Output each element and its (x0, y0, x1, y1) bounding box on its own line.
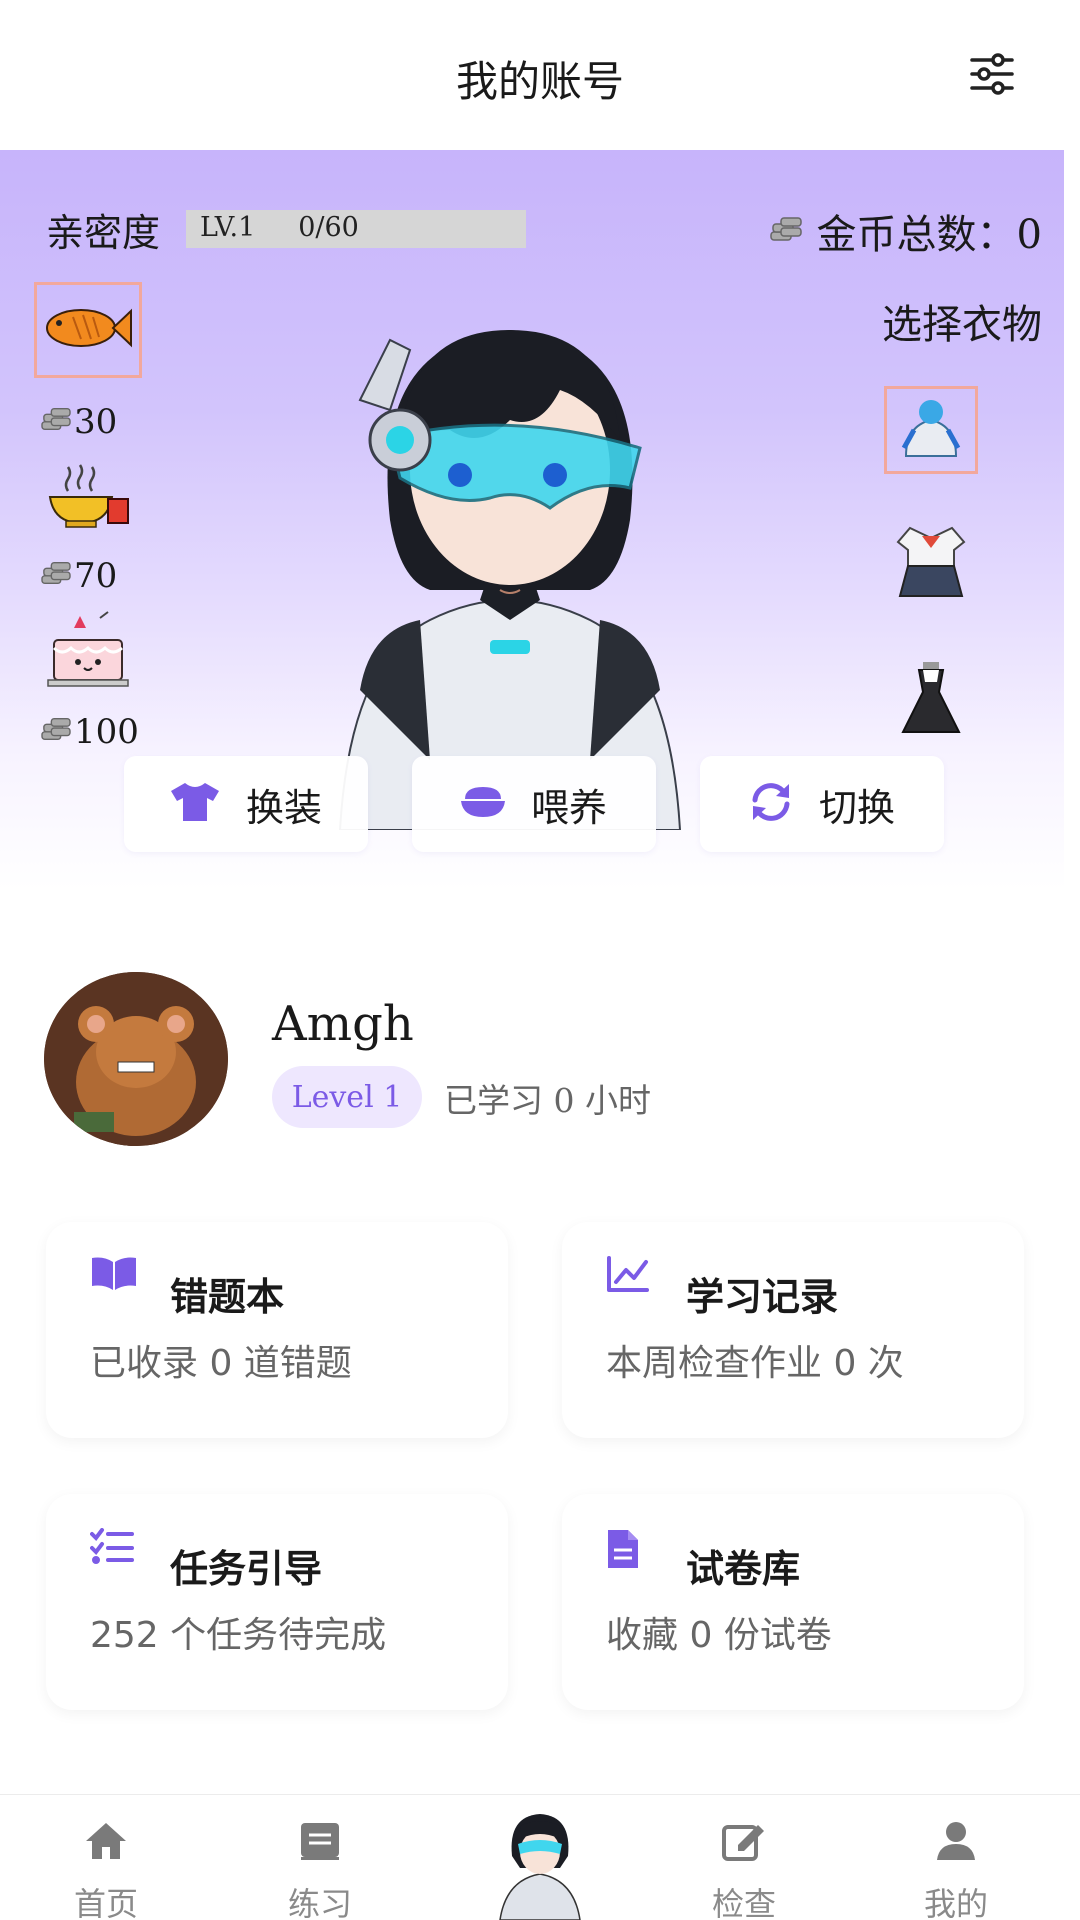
nav-check[interactable]: 检查 (674, 1817, 814, 1920)
card-task-guide[interactable]: 任务引导 252 个任务待完成 (46, 1494, 508, 1710)
price-text: 30 (74, 402, 118, 442)
study-prefix: 已学习 (444, 1081, 543, 1120)
study-hours: 已学习 0 小时 (444, 1074, 651, 1122)
card-desc: 收藏 0 份试卷 (606, 1615, 832, 1656)
cloth-item-sailor[interactable] (884, 518, 978, 606)
user-icon (886, 1817, 1026, 1865)
switch-button[interactable]: 切换 (700, 756, 944, 852)
level-badge: Level 1 (272, 1066, 422, 1128)
switch-label: 切换 (818, 785, 895, 830)
home-icon (36, 1817, 176, 1865)
food-item-fish[interactable] (34, 282, 142, 378)
dress-up-button[interactable]: 换装 (124, 756, 368, 852)
intimacy-label: 亲密度 (46, 211, 161, 255)
nav-label: 检查 (711, 1885, 776, 1920)
coin-stack-icon (40, 402, 72, 442)
nav-character[interactable] (470, 1812, 610, 1920)
intimacy-level: LV.1 (200, 212, 256, 243)
coins-label-text: 金币总数： (816, 212, 1017, 258)
food-item-cake[interactable] (34, 604, 142, 700)
nav-label: 我的 (923, 1885, 988, 1920)
file-document-icon (606, 1528, 654, 1572)
character-icon (470, 1814, 610, 1920)
avatar[interactable] (44, 972, 228, 1146)
book-open-icon (90, 1256, 138, 1300)
study-suffix: 小时 (585, 1081, 651, 1120)
price-text: 70 (74, 556, 118, 596)
feed-button[interactable]: 喂养 (412, 756, 656, 852)
card-exam-library[interactable]: 试卷库 收藏 0 份试卷 (562, 1494, 1024, 1710)
pet-panel: 亲密度 LV.1 0/60 金币总数：0 选择衣物 30 70 100 换装 喂… (0, 150, 1064, 890)
card-desc: 本周检查作业 0 次 (606, 1343, 904, 1384)
username: Amgh (272, 996, 414, 1052)
price-text: 100 (74, 712, 139, 752)
food-price-noodles: 70 (40, 556, 117, 596)
intimacy-progress: 0/60 (298, 212, 359, 243)
card-desc: 已收录 0 道错题 (90, 1343, 352, 1384)
card-title: 学习记录 (686, 1275, 839, 1319)
edit-icon (674, 1817, 814, 1865)
refresh-icon (749, 782, 793, 826)
sliders-icon[interactable] (968, 52, 1016, 96)
nav-label: 练习 (287, 1885, 352, 1920)
shirt-icon (170, 781, 220, 827)
study-value: 0 (553, 1081, 575, 1120)
coin-stack-icon (40, 556, 72, 596)
food-item-noodles[interactable] (34, 450, 142, 546)
nav-practice[interactable]: 练习 (250, 1817, 390, 1920)
card-desc: 252 个任务待完成 (90, 1615, 387, 1656)
bowl-icon (460, 785, 505, 823)
black-dress-icon (899, 660, 963, 740)
nav-label: 首页 (73, 1885, 138, 1920)
card-title: 任务引导 (170, 1547, 323, 1591)
top-header: 我的账号 (0, 0, 1080, 150)
feed-label: 喂养 (530, 785, 607, 830)
nav-mine[interactable]: 我的 (886, 1817, 1026, 1920)
coin-stack-icon (769, 214, 803, 248)
cloth-item-mecha[interactable] (884, 386, 978, 474)
cloth-item-dress[interactable] (884, 656, 978, 744)
card-wrong-questions[interactable]: 错题本 已收录 0 道错题 (46, 1222, 508, 1438)
fish-icon (43, 303, 133, 357)
card-title: 试卷库 (686, 1547, 801, 1591)
book-icon (250, 1817, 390, 1865)
sailor-uniform-icon (896, 522, 966, 602)
food-price-cake: 100 (40, 712, 139, 752)
page-title: 我的账号 (455, 57, 624, 106)
coin-stack-icon (40, 712, 72, 752)
intimacy-text: LV.1 0/60 (200, 212, 359, 243)
mecha-suit-icon (896, 396, 966, 464)
chart-line-icon (606, 1256, 654, 1300)
coins-total: 金币总数：0 (769, 202, 1042, 260)
intimacy-progress-bar: LV.1 0/60 (186, 210, 526, 248)
noodle-bowl-icon (46, 461, 130, 535)
card-study-records[interactable]: 学习记录 本周检查作业 0 次 (562, 1222, 1024, 1438)
coins-label: 金币总数：0 (817, 202, 1042, 260)
coins-value: 0 (1016, 212, 1042, 258)
food-price-fish: 30 (40, 402, 117, 442)
cake-icon (46, 610, 130, 694)
nav-home[interactable]: 首页 (36, 1817, 176, 1920)
character-figure[interactable] (300, 270, 720, 831)
dress-up-label: 换装 (245, 785, 322, 830)
card-title: 错题本 (170, 1275, 285, 1319)
choose-clothes-label: 选择衣物 (882, 302, 1042, 348)
task-list-icon (90, 1528, 138, 1572)
